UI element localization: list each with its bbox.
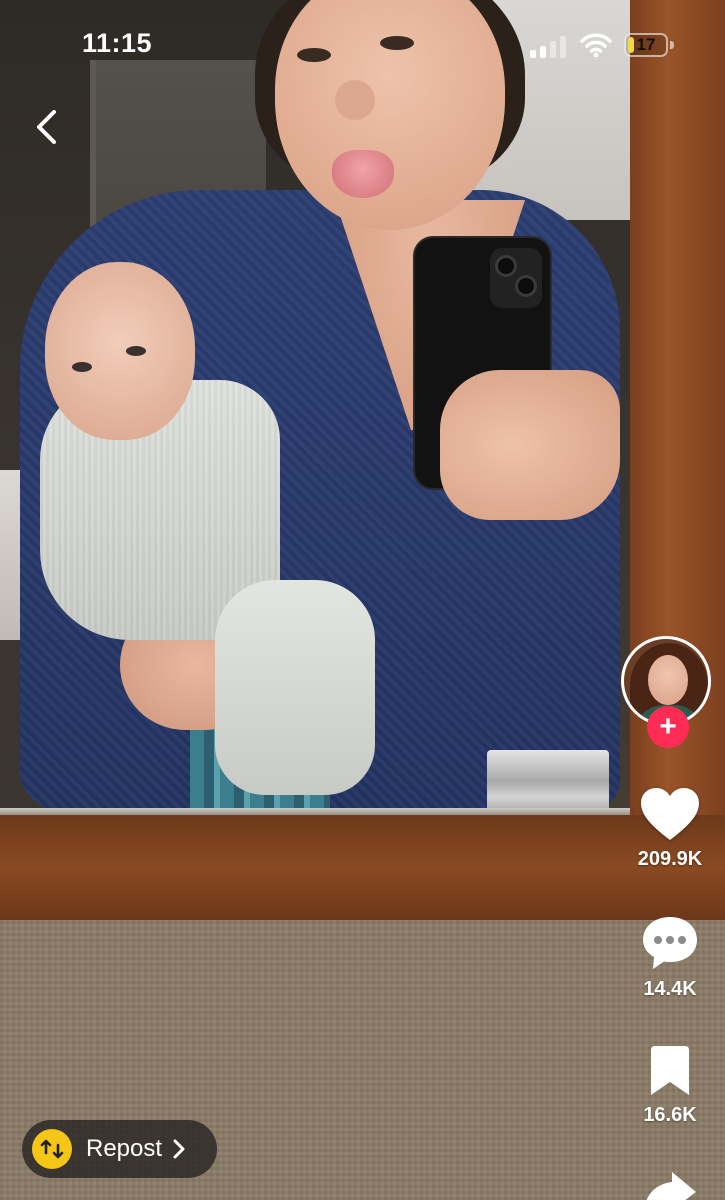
baby-eye-right: [126, 346, 146, 356]
repost-button[interactable]: Repost: [22, 1120, 217, 1178]
save-button[interactable]: 16.6K: [620, 1044, 720, 1127]
battery-cap: [670, 41, 674, 49]
chevron-left-icon: [37, 110, 56, 144]
cellular-signal-icon: [530, 36, 568, 58]
avatar-face: [648, 655, 688, 705]
share-button[interactable]: [620, 1170, 720, 1200]
woman-tongue: [332, 150, 394, 198]
chevron-right-icon: [172, 1138, 186, 1160]
baby-legs: [215, 580, 375, 795]
video-frame[interactable]: [0, 0, 725, 1200]
back-button[interactable]: [22, 100, 70, 154]
status-time: 11:15: [82, 28, 153, 58]
phone-camera: [490, 248, 542, 308]
follow-plus-icon: +: [659, 710, 677, 743]
heart-icon: [641, 788, 699, 840]
wifi-icon: [580, 32, 612, 58]
repost-label: Repost: [86, 1135, 163, 1162]
like-button[interactable]: 209.9K: [620, 786, 720, 871]
mirror-frame-bottom: [0, 815, 725, 920]
mirror-frame-right: [630, 0, 725, 920]
woman-hand: [440, 370, 620, 520]
follow-button[interactable]: +: [647, 706, 689, 748]
creator-avatar-group: +: [621, 636, 715, 748]
like-count: 209.9K: [637, 848, 703, 870]
battery-level: 17: [636, 35, 656, 54]
status-bar: 11:15 17: [0, 0, 725, 90]
repost-icon: [32, 1129, 72, 1169]
save-count: 16.6K: [643, 1104, 697, 1126]
battery-icon: 17: [624, 33, 676, 59]
comment-bubble-icon: [643, 917, 697, 969]
baby-head: [45, 262, 195, 440]
baby-eye-left: [72, 362, 92, 372]
bookmark-icon: [651, 1046, 689, 1095]
share-arrow-icon: [646, 1172, 696, 1200]
comment-button[interactable]: 14.4K: [620, 914, 720, 1001]
tiktok-video-screen: 11:15 17 + 209.9K 14.4K 16.6K Repost: [0, 0, 725, 1200]
comment-count: 14.4K: [643, 978, 697, 1000]
